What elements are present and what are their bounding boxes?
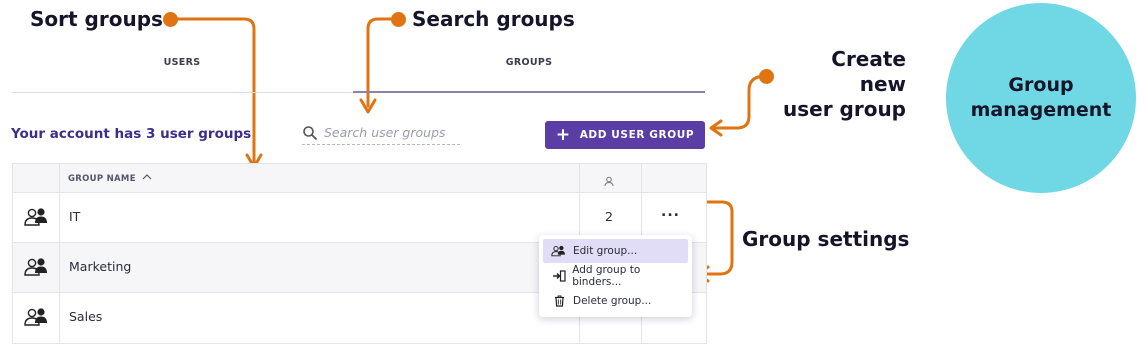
person-icon <box>604 176 614 187</box>
group-settings-menu: Edit group... Add group to binders... De… <box>539 235 692 317</box>
callout-sort: Sort groups <box>30 7 163 31</box>
group-icon <box>24 208 47 226</box>
column-header-members[interactable] <box>604 172 614 191</box>
menu-item-edit-group[interactable]: Edit group... <box>543 239 688 263</box>
add-user-group-label: ADD USER GROUP <box>579 129 695 141</box>
group-name: Marketing <box>69 259 132 274</box>
column-divider <box>59 164 60 343</box>
callout-settings: Group settings <box>742 227 910 251</box>
search-input[interactable]: Search user groups <box>302 124 460 145</box>
create-callout-dot <box>759 69 774 84</box>
column-header-group-name[interactable]: GROUP NAME <box>68 173 152 184</box>
sort-callout-dot <box>163 12 178 27</box>
table-header: GROUP NAME <box>13 164 706 193</box>
group-name: Sales <box>69 309 103 324</box>
search-callout-dot <box>391 12 406 27</box>
account-group-count: Your account has 3 user groups <box>11 126 252 142</box>
search-icon <box>303 126 317 140</box>
tab-divider <box>12 92 353 93</box>
menu-item-add-to-binders[interactable]: Add group to binders... <box>543 264 688 288</box>
plus-icon: + <box>555 124 571 145</box>
tab-groups[interactable]: GROUPS <box>353 48 705 78</box>
add-user-group-button[interactable]: + ADD USER GROUP <box>545 121 705 149</box>
tab-users[interactable]: USERS <box>12 48 352 78</box>
badge-line1: Group <box>1008 74 1074 96</box>
group-member-count: 2 <box>605 209 613 224</box>
callout-create: Create new user group <box>780 47 906 122</box>
sort-ascending-icon <box>142 174 152 180</box>
group-icon <box>24 258 47 276</box>
menu-item-label: Add group to binders... <box>572 264 641 288</box>
menu-item-label: Delete group... <box>573 295 652 307</box>
badge-line2: management <box>970 99 1112 121</box>
menu-item-delete-group[interactable]: Delete group... <box>543 289 688 313</box>
search-placeholder: Search user groups <box>324 125 446 140</box>
group-icon <box>551 245 565 257</box>
more-actions-icon[interactable]: ... <box>661 204 680 220</box>
column-header-label: GROUP NAME <box>68 174 136 184</box>
callout-create-line1: Create new <box>831 47 906 96</box>
menu-item-label: Edit group... <box>573 245 638 257</box>
callout-search: Search groups <box>412 7 575 31</box>
add-to-binder-icon <box>552 270 566 282</box>
callout-create-line2: user group <box>782 97 906 121</box>
group-management-badge: Group management <box>946 3 1136 193</box>
tab-groups-underline <box>353 91 705 93</box>
group-name: IT <box>69 209 81 224</box>
group-icon <box>24 308 47 326</box>
trash-icon <box>554 295 564 307</box>
